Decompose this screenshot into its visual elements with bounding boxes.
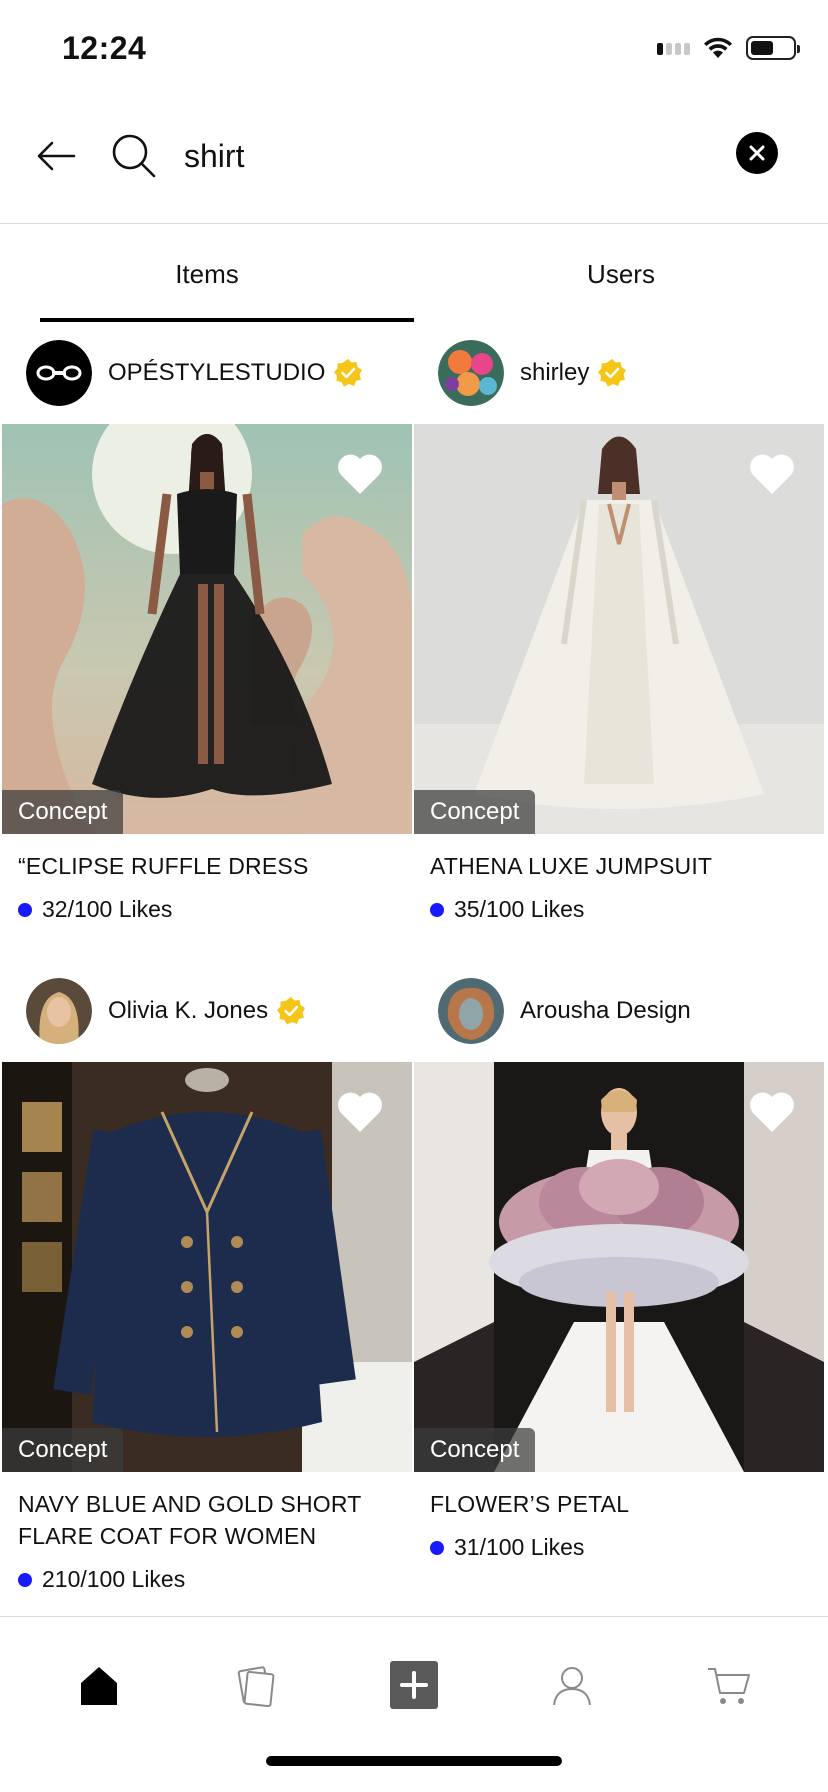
nav-home[interactable]	[64, 1650, 134, 1720]
bottom-navigation	[0, 1616, 828, 1792]
likes-count: 210/100 Likes	[42, 1566, 186, 1592]
nav-add[interactable]	[379, 1650, 449, 1720]
results-tabs: Items Users	[0, 226, 828, 322]
likes-dot-icon	[430, 902, 444, 917]
nav-cart[interactable]	[694, 1650, 764, 1720]
clear-search-button[interactable]	[736, 132, 778, 174]
item-owner[interactable]: OPÉSTYLESTUDIO	[2, 322, 414, 424]
status-bar: 12:24	[0, 0, 828, 100]
battery-icon	[746, 36, 800, 60]
item-likes: 35/100 Likes	[414, 882, 826, 923]
verified-badge-icon	[598, 359, 627, 387]
items-grid: OPÉSTYLESTUDIO Concept “ECLIPSE RUFFLE D…	[2, 322, 826, 1620]
concept-badge: Concept	[414, 1428, 536, 1472]
owner-name: shirley	[520, 359, 590, 386]
item-card[interactable]: OPÉSTYLESTUDIO Concept “ECLIPSE RUFFLE D…	[2, 322, 414, 960]
cellular-signal-icon	[657, 41, 690, 55]
add-icon	[389, 1661, 438, 1709]
owner-name: OPÉSTYLESTUDIO	[108, 359, 326, 386]
item-likes: 31/100 Likes	[414, 1520, 826, 1561]
item-owner[interactable]: shirley	[414, 322, 826, 424]
avatar	[438, 340, 504, 406]
concept-badge: Concept	[414, 790, 536, 834]
item-likes: 32/100 Likes	[2, 882, 414, 923]
item-info: FLOWER’S PETAL 31/100 Likes	[414, 1472, 826, 1620]
item-title: NAVY BLUE AND GOLD SHORT FLARE COAT FOR …	[18, 1491, 362, 1549]
item-image[interactable]: Concept	[2, 1062, 412, 1472]
verified-badge-icon	[277, 997, 306, 1025]
tab-items[interactable]: Items	[0, 226, 414, 322]
likes-dot-icon	[18, 902, 32, 917]
status-icons	[657, 36, 800, 60]
owner-name: Olivia K. Jones	[108, 997, 269, 1024]
cart-icon	[708, 1668, 751, 1704]
status-time: 12:24	[62, 30, 147, 66]
item-title: FLOWER’S PETAL	[430, 1491, 630, 1517]
item-info: NAVY BLUE AND GOLD SHORT FLARE COAT FOR …	[2, 1472, 414, 1620]
item-owner[interactable]: Arousha Design	[414, 960, 826, 1062]
heart-icon[interactable]	[336, 452, 384, 496]
item-owner[interactable]: Olivia K. Jones	[2, 960, 414, 1062]
item-card[interactable]: Arousha Design Concept FLOWER’S PETAL 31…	[414, 960, 826, 1620]
back-button[interactable]	[30, 130, 82, 182]
verified-badge-icon	[334, 359, 363, 387]
profile-icon	[552, 1667, 591, 1706]
concept-badge: Concept	[2, 1428, 124, 1472]
item-info: ATHENA LUXE JUMPSUIT 35/100 Likes	[414, 834, 826, 960]
item-title: ATHENA LUXE JUMPSUIT	[430, 853, 713, 879]
search-input[interactable]	[184, 130, 704, 182]
avatar	[26, 340, 92, 406]
item-image[interactable]: Concept	[414, 424, 824, 834]
back-arrow-icon	[37, 141, 76, 171]
cards-icon	[238, 1666, 275, 1707]
search-results-screen: 12:24 shirt Items Users OPÉSTYLESTUDIO C…	[0, 0, 828, 1792]
item-image[interactable]: Concept	[2, 424, 412, 834]
item-info: “ECLIPSE RUFFLE DRESS 32/100 Likes	[2, 834, 414, 960]
owner-name: Arousha Design	[520, 997, 691, 1024]
concept-badge: Concept	[2, 790, 124, 834]
likes-count: 32/100 Likes	[42, 896, 173, 922]
item-title: “ECLIPSE RUFFLE DRESS	[18, 853, 309, 879]
heart-icon[interactable]	[336, 1090, 384, 1134]
search-header	[0, 100, 828, 224]
tab-users[interactable]: Users	[414, 226, 828, 322]
item-image[interactable]: Concept	[414, 1062, 824, 1472]
avatar	[438, 978, 504, 1044]
close-icon	[749, 145, 765, 161]
home-icon	[80, 1667, 117, 1705]
nav-collections[interactable]	[221, 1650, 291, 1720]
likes-count: 35/100 Likes	[454, 896, 585, 922]
likes-dot-icon	[18, 1572, 32, 1587]
search-icon	[112, 134, 156, 178]
likes-count: 31/100 Likes	[454, 1534, 585, 1560]
heart-icon[interactable]	[748, 1090, 796, 1134]
item-likes: 210/100 Likes	[2, 1552, 414, 1593]
wifi-icon	[704, 37, 732, 58]
item-card[interactable]: Olivia K. Jones Concept NAVY BLUE AND GO…	[2, 960, 414, 1620]
home-indicator[interactable]	[266, 1756, 562, 1766]
likes-dot-icon	[430, 1540, 444, 1555]
nav-profile[interactable]	[537, 1650, 607, 1720]
item-card[interactable]: shirley Concept ATHENA LUXE JUMPSUIT 35/…	[414, 322, 826, 960]
heart-icon[interactable]	[748, 452, 796, 496]
avatar	[26, 978, 92, 1044]
